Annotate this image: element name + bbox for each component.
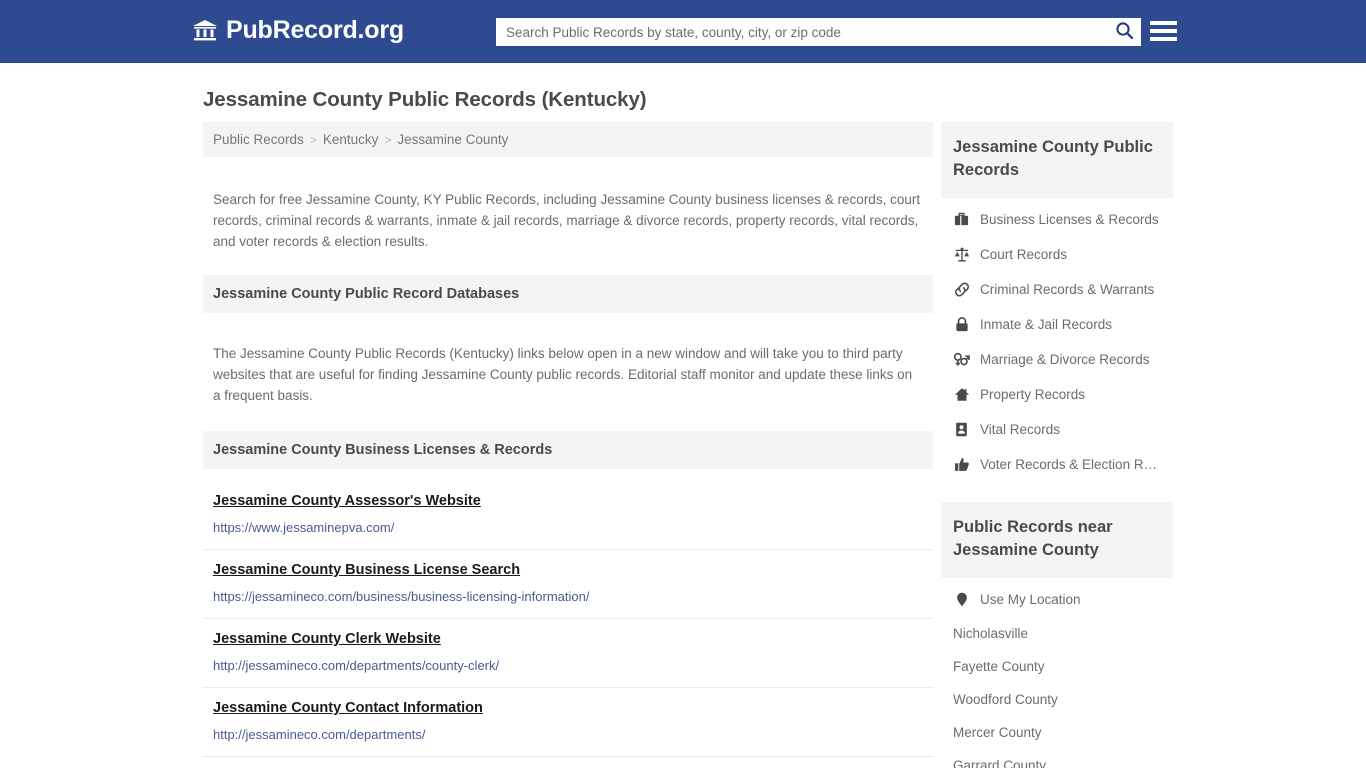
list-item: Jessamine County Business License Search… — [203, 550, 933, 619]
sidebar-item-label: Voter Records & Election R… — [980, 457, 1158, 472]
list-item: Jessamine County Contractor License Sear… — [203, 757, 933, 768]
list-item: Jessamine County Contact Information htt… — [203, 688, 933, 757]
record-link-title[interactable]: Jessamine County Clerk Website — [213, 628, 441, 650]
page-title: Jessamine County Public Records (Kentuck… — [203, 88, 647, 111]
record-link-title[interactable]: Jessamine County Contact Information — [213, 697, 483, 719]
hamburger-bar — [1150, 29, 1177, 33]
sidebar-item-garrard-county[interactable]: Garrard County — [941, 749, 1173, 768]
record-link-url[interactable]: http://jessamineco.com/departments/ — [213, 726, 923, 744]
balance-scale-icon — [953, 246, 970, 263]
breadcrumb-item-kentucky[interactable]: Kentucky — [323, 132, 379, 147]
sidebar-item-criminal-records[interactable]: Criminal Records & Warrants — [941, 272, 1173, 307]
sidebar-item-label: Criminal Records & Warrants — [980, 282, 1155, 297]
sidebar-item-label: Use My Location — [980, 592, 1081, 607]
record-link-url[interactable]: http://jessamineco.com/departments/count… — [213, 657, 923, 675]
brand-name: PubRecord.org — [226, 16, 404, 44]
sidebar-item-label: Court Records — [980, 247, 1068, 262]
lock-icon — [953, 316, 970, 333]
sidebar-item-mercer-county[interactable]: Mercer County — [941, 716, 1173, 749]
record-link-url[interactable]: https://www.jessaminepva.com/ — [213, 519, 923, 537]
sidebar-item-label: Business Licenses & Records — [980, 212, 1159, 227]
link-chain-icon — [953, 281, 970, 298]
sidebar-item-marriage-divorce-records[interactable]: Marriage & Divorce Records — [941, 342, 1173, 377]
business-links-list: Jessamine County Assessor's Website http… — [203, 481, 933, 768]
home-icon — [953, 386, 970, 403]
sidebar-item-label: Vital Records — [980, 422, 1061, 437]
breadcrumb-item-jessamine-county[interactable]: Jessamine County — [397, 132, 508, 147]
site-header: PubRecord.org — [0, 0, 1366, 63]
breadcrumb-item-public-records[interactable]: Public Records — [213, 132, 304, 147]
sidebar-item-vital-records[interactable]: Vital Records — [941, 412, 1173, 447]
sidebar-item-inmate-jail-records[interactable]: Inmate & Jail Records — [941, 307, 1173, 342]
intro-paragraph: Search for free Jessamine County, KY Pub… — [213, 191, 921, 249]
section-heading-business-licenses: Jessamine County Business Licenses & Rec… — [203, 431, 933, 469]
hamburger-menu-icon[interactable] — [1150, 18, 1177, 44]
sidebar-item-woodford-county[interactable]: Woodford County — [941, 683, 1173, 716]
sidebar-heading-records: Jessamine County Public Records — [941, 122, 1173, 198]
sidebar-item-use-my-location[interactable]: Use My Location — [941, 582, 1173, 617]
record-link-title[interactable]: Jessamine County Assessor's Website — [213, 490, 481, 512]
sidebar-records-list: Business Licenses & Records Court Record… — [941, 198, 1173, 482]
list-item: Jessamine County Assessor's Website http… — [203, 481, 933, 550]
section-body-databases: The Jessamine County Public Records (Ken… — [213, 345, 913, 403]
sidebar-item-label: Property Records — [980, 387, 1086, 402]
breadcrumb-separator: > — [384, 132, 392, 147]
record-link-title[interactable]: Jessamine County Business License Search — [213, 559, 520, 581]
sidebar-item-business-licenses[interactable]: Business Licenses & Records — [941, 202, 1173, 237]
breadcrumb: Public Records > Kentucky > Jessamine Co… — [203, 122, 933, 157]
brand-logo-link[interactable]: PubRecord.org — [192, 17, 404, 43]
main-column: Public Records > Kentucky > Jessamine Co… — [203, 122, 933, 768]
map-pin-icon — [953, 591, 970, 608]
record-link-url[interactable]: https://jessamineco.com/business/busines… — [213, 588, 923, 606]
sidebar-heading-near: Public Records near Jessamine County — [941, 502, 1173, 578]
sidebar-item-court-records[interactable]: Court Records — [941, 237, 1173, 272]
sidebar-item-property-records[interactable]: Property Records — [941, 377, 1173, 412]
sidebar-item-voter-records[interactable]: Voter Records & Election R… — [941, 447, 1173, 482]
hamburger-bar — [1150, 21, 1177, 25]
content-container: Public Records > Kentucky > Jessamine Co… — [193, 122, 1173, 768]
sidebar-item-label: Marriage & Divorce Records — [980, 352, 1150, 367]
list-item: Jessamine County Clerk Website http://je… — [203, 619, 933, 688]
sidebar-near-list: Use My Location Nicholasville Fayette Co… — [941, 578, 1173, 768]
search-bar[interactable] — [496, 18, 1141, 46]
thumbs-up-icon — [953, 456, 970, 473]
search-input[interactable] — [496, 19, 1107, 45]
briefcase-icon — [953, 211, 970, 228]
hamburger-bar — [1150, 37, 1177, 41]
search-icon — [1115, 21, 1134, 43]
sidebar-item-nicholasville[interactable]: Nicholasville — [941, 617, 1173, 650]
section-heading-databases: Jessamine County Public Record Databases — [203, 275, 933, 313]
id-card-icon — [953, 421, 970, 438]
sidebar-item-label: Inmate & Jail Records — [980, 317, 1113, 332]
venus-mars-icon — [953, 351, 970, 368]
sidebar: Jessamine County Public Records Business… — [933, 122, 1173, 768]
page-body: Jessamine County Public Records (Kentuck… — [0, 63, 1366, 768]
sidebar-item-fayette-county[interactable]: Fayette County — [941, 650, 1173, 683]
bank-icon — [192, 17, 218, 43]
breadcrumb-separator: > — [309, 132, 317, 147]
search-button[interactable] — [1107, 18, 1141, 46]
